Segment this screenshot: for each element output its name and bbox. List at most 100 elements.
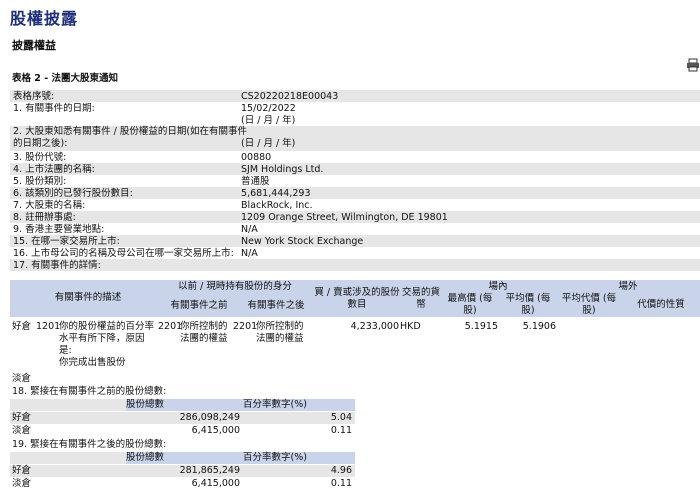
header-highest-2: 股) — [463, 305, 477, 316]
col-shares-header: 股份總數 — [126, 399, 243, 411]
table-row: 好倉 281,865,249 4.96 — [10, 465, 700, 477]
position-label: 好倉 — [10, 412, 126, 424]
position-label: 淡倉 — [12, 425, 32, 436]
info-table: 表格序號: CS20220218E00043 1. 有關事件的日期: 15/02/2… — [10, 90, 700, 271]
header-before: 有關事件之前 — [170, 300, 228, 311]
header-after: 有關事件之後 — [247, 300, 305, 311]
header-avg-consideration-2: 股) — [582, 305, 596, 316]
header-on-exchange: 場內 — [488, 281, 508, 292]
share-total: 286,098,249 — [126, 412, 243, 424]
info-label: 6. 該類別的已發行股份數目: — [13, 188, 133, 199]
info-row: 16. 上市母公司的名稱及母公司在哪一家交易所上市: N/A — [10, 247, 700, 259]
info-label: 8. 註冊辦事處: — [13, 212, 76, 223]
share-total: 6,415,000 — [191, 478, 240, 489]
section-18-title-row: 18. 緊接在有關事件之前的股份總數: — [10, 386, 700, 398]
disclosure-page: 股權披露 披露權益 表格 2 - 法團大股東通知 表格序號: CS20220218… — [0, 0, 700, 496]
info-value: 5,681,444,293 — [241, 188, 311, 199]
info-value: (日 / 月 / 年) — [241, 115, 296, 126]
header-spacer — [10, 452, 126, 464]
info-row: 3. 股份代號: 00880 — [10, 151, 700, 163]
print-icon[interactable] — [686, 58, 700, 72]
info-value: SJM Holdings Ltd. — [241, 164, 324, 175]
info-row: 5. 股份類別: 普通股 — [10, 175, 700, 187]
percentage: 0.11 — [330, 425, 352, 436]
header-avg-consideration: 平均代價 (每 — [561, 293, 617, 304]
info-value: 00880 — [241, 152, 272, 163]
info-row: 的日期之後): (日 / 月 / 年) — [10, 137, 700, 151]
header-highest: 最高價 (每 — [447, 293, 493, 304]
short-position-row: 淡倉 — [10, 373, 700, 385]
percentage: 5.04 — [243, 412, 355, 424]
position-long: 好倉 — [12, 321, 32, 332]
share-total: 281,865,249 — [126, 465, 243, 477]
section-19-header: 股份總數 百分率數字(%) — [10, 452, 700, 464]
details-header: 有關事件的描述 以前 / 現時持有股份的身分 有關事件之前 有關事件之後 買 /… — [10, 280, 700, 317]
after-capacity: 法團的權益 — [256, 333, 304, 344]
header-event-desc: 有關事件的描述 — [54, 292, 122, 303]
info-value: 15/02/2022 — [241, 103, 296, 114]
after-capacity: 你所控制的 — [256, 321, 304, 332]
table-row: 淡倉 6,415,000 0.11 — [10, 478, 700, 490]
percentage: 0.11 — [330, 478, 352, 489]
info-label: 3. 股份代號: — [13, 152, 67, 163]
currency: HKD — [400, 321, 421, 332]
section-19-title: 19. 緊接在有關事件之後的股份總數: — [12, 439, 167, 450]
info-row: 6. 該類別的已發行股份數目: 5,681,444,293 — [10, 187, 700, 199]
info-value: BlackRock, Inc. — [241, 200, 313, 211]
info-label: 4. 上市法團的名稱: — [13, 164, 95, 175]
info-value: (日 / 月 / 年) — [241, 138, 296, 149]
event-desc-line: 是: — [59, 345, 72, 356]
header-currency-2: 幣 — [416, 299, 426, 310]
before-capacity: 你所控制的 — [180, 321, 228, 332]
header-off-exchange: 場外 — [618, 281, 638, 292]
event-code: 1201 — [36, 321, 61, 332]
info-label: 表格序號: — [13, 91, 55, 102]
info-row: 9. 香港主要營業地點: N/A — [10, 223, 700, 235]
highest-price: 5.1915 — [464, 321, 498, 332]
col-shares-header: 股份總數 — [126, 452, 243, 464]
info-row: 7. 大股東的名稱: BlackRock, Inc. — [10, 199, 700, 211]
average-price: 5.1906 — [522, 321, 556, 332]
share-total: 6,415,000 — [191, 425, 240, 436]
info-row: 8. 註冊辦事處: 1209 Orange Street, Wilmington,… — [10, 211, 700, 223]
header-nature: 代價的性質 — [637, 299, 685, 310]
col-pct-header: 百分率數字(%) — [243, 399, 355, 411]
header-spacer — [10, 399, 126, 411]
shares-involved: 4,233,000 — [350, 321, 399, 332]
info-row: (日 / 月 / 年) — [10, 114, 700, 126]
section-18-header: 股份總數 百分率數字(%) — [10, 399, 700, 411]
header-average: 平均價 (每 — [505, 293, 551, 304]
info-label: 17. 有關事件的詳情: — [13, 260, 101, 271]
info-row: 17. 有關事件的詳情: — [10, 259, 700, 271]
event-desc-line: 你完成出售股份 — [59, 357, 126, 368]
before-capacity: 法團的權益 — [180, 333, 228, 344]
event-desc-line: 你的股份權益的百分率 — [59, 321, 155, 332]
page-title: 股權披露 — [10, 9, 79, 28]
info-value: 普通股 — [241, 176, 270, 187]
info-label: 9. 香港主要營業地點: — [13, 224, 105, 235]
info-label: 的日期之後): — [13, 138, 68, 149]
info-row: 1. 有關事件的日期: 15/02/2022 — [10, 102, 700, 114]
before-code: 2201 — [158, 321, 183, 332]
section-18-title: 18. 緊接在有關事件之前的股份總數: — [12, 386, 167, 397]
info-value: New York Stock Exchange — [241, 236, 364, 247]
info-label: 2. 大股東知悉有關事件 / 股份權益的日期(如在有關事件 — [13, 126, 248, 137]
after-code: 2201 — [233, 321, 258, 332]
info-row: 4. 上市法團的名稱: SJM Holdings Ltd. — [10, 163, 700, 175]
header-currency: 交易的貨 — [401, 287, 440, 298]
info-value: CS20220218E00043 — [241, 91, 339, 102]
percentage: 4.96 — [243, 465, 355, 477]
position-short: 淡倉 — [12, 373, 32, 384]
section-19-title-row: 19. 緊接在有關事件之後的股份總數: — [10, 439, 700, 451]
position-label: 淡倉 — [12, 478, 32, 489]
info-label: 16. 上市母公司的名稱及母公司在哪一家交易所上市: — [13, 248, 234, 259]
header-shares-2: 數目 — [347, 299, 367, 310]
info-value: N/A — [241, 224, 258, 235]
info-label: 5. 股份類別: — [13, 176, 67, 187]
page-subtitle: 披露權益 — [12, 39, 56, 52]
info-label: 1. 有關事件的日期: — [13, 103, 95, 114]
details-row: 好倉 1201 你的股份權益的百分率 水平有所下降，原因 是: 你完成出售股份 … — [10, 317, 700, 373]
info-row: 2. 大股東知悉有關事件 / 股份權益的日期(如在有關事件 — [10, 126, 700, 137]
info-value: N/A — [241, 248, 258, 259]
info-label: 15. 在哪一家交易所上市: — [13, 236, 120, 247]
